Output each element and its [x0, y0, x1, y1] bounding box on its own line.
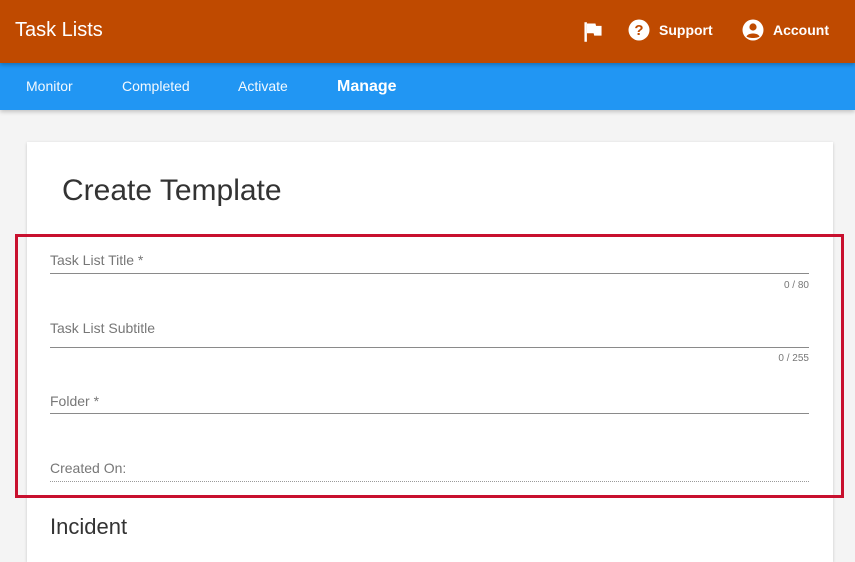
incident-section-title: Incident — [50, 514, 128, 539]
folder-underline — [50, 413, 809, 414]
folder-label: Folder * — [50, 393, 100, 409]
flag-icon — [584, 22, 602, 42]
svg-text:?: ? — [634, 22, 643, 39]
created-on-underline — [50, 481, 809, 482]
task-list-title-field[interactable]: Task List Title * 0 / 80 — [50, 252, 809, 292]
task-list-subtitle-label: Task List Subtitle — [50, 320, 156, 336]
task-list-subtitle-underline — [50, 347, 809, 348]
support-label: Support — [659, 22, 713, 38]
help-circle-icon: ? — [628, 19, 650, 41]
tab-monitor[interactable]: Monitor — [26, 78, 73, 94]
app-header: Task Lists ? Support Account — [0, 0, 855, 63]
created-on-field: Created On: — [50, 460, 809, 484]
task-list-subtitle-counter: 0 / 255 — [778, 353, 809, 364]
created-on-label: Created On: — [50, 460, 127, 476]
task-list-title-label: Task List Title * — [50, 252, 144, 268]
account-button[interactable]: Account — [742, 19, 829, 41]
support-button[interactable]: ? Support — [628, 19, 713, 41]
app-title: Task Lists — [15, 19, 103, 41]
folder-field[interactable]: Folder * — [50, 393, 809, 417]
tab-completed[interactable]: Completed — [122, 78, 190, 94]
task-list-subtitle-field[interactable]: Task List Subtitle 0 / 255 — [50, 320, 809, 366]
nav-bar: Monitor Completed Activate Manage — [0, 63, 855, 110]
tab-activate[interactable]: Activate — [238, 78, 288, 94]
account-circle-icon — [742, 19, 764, 41]
flag-button[interactable] — [582, 21, 602, 42]
account-label: Account — [773, 22, 829, 38]
tab-manage[interactable]: Manage — [337, 78, 397, 96]
task-list-title-counter: 0 / 80 — [783, 280, 809, 291]
task-list-title-underline — [50, 273, 809, 274]
page-title: Create Template — [62, 174, 282, 207]
